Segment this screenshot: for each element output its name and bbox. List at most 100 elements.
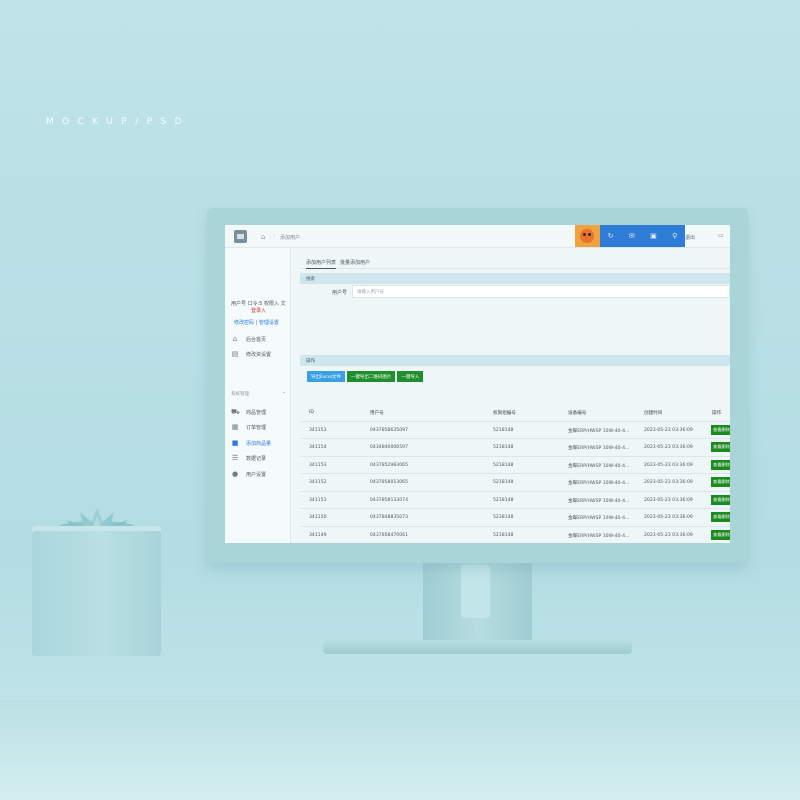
logout-link[interactable]: 退出 (685, 234, 695, 241)
top-action-bar: ↻ ✉ ▣ ⚲ (600, 225, 685, 247)
export-excel-button[interactable]: 导出Excel文件 (307, 371, 345, 382)
row-action-button[interactable]: 查看删除 (711, 424, 730, 435)
logo-icon[interactable] (234, 230, 247, 243)
table-cell-id: 341151 (309, 497, 327, 503)
table-cell-time: 2023-05-23 03:36:09 (644, 462, 693, 468)
filter-row: 用户号 请输入用户号 (300, 284, 730, 300)
user-code-input[interactable]: 请输入用户号 (352, 285, 730, 298)
list-icon: ▦ (231, 423, 239, 431)
tab-user-list[interactable]: 添加用户列表 (306, 259, 337, 269)
column-header[interactable]: 创建时间 (644, 410, 662, 416)
monitor-screen: ⌂ › 添加用户 ↻ ✉ ▣ ⚲ 退出 ▭ 用户号 口令:5 权限入 文 登录入… (225, 225, 730, 543)
table-row[interactable]: 341151 0437858133074 5218148 金蝶ERP/HWSP 10W… (300, 492, 730, 509)
table-cell-time: 2023-05-23 03:36:09 (644, 427, 693, 433)
row-action-button[interactable]: 查看删除 (711, 477, 730, 487)
export-qr-button[interactable]: 一键导出二维码图片 (346, 371, 396, 382)
sidebar-item-label: 用户设置 (246, 471, 267, 478)
column-header: 操作 (712, 411, 722, 416)
table-cell-id: 341149 (309, 532, 327, 538)
row-action-button[interactable]: 查看删除 (711, 459, 730, 470)
floor-surface (0, 700, 800, 800)
row-action-button[interactable]: 查看删除 (711, 442, 730, 452)
table-cell-device: 金蝶ERP/HWSP 10W-40-4... (568, 516, 630, 521)
table-cell-device: 金蝶ERP/HWSP 10W-40-4... (568, 428, 630, 434)
chevron-down-icon[interactable]: ⌄ (282, 389, 286, 395)
sidebar-section-label[interactable]: 系统管理 (231, 391, 249, 397)
table-cell-id: 341153 (309, 427, 327, 433)
sidebar-item-orders[interactable]: ▦ 订单管理 (231, 421, 287, 433)
main-content: 添加用户列表 批量添加用户 搜索 用户号 请输入用户号 操作 导出Excel文件… (300, 255, 730, 543)
table-cell-time: 2023-05-23 03:36:09 (644, 445, 693, 450)
breadcrumb[interactable]: 添加用户 (280, 234, 300, 241)
top-bar: ⌂ › 添加用户 ↻ ✉ ▣ ⚲ 退出 ▭ (225, 225, 730, 248)
table-cell-device: 金蝶ERP/HWSP 10W-40-4... (568, 481, 630, 486)
filter-label: 用户号 (332, 290, 348, 296)
sidebar-item-settings[interactable]: ▤ 修改资设置 (231, 348, 287, 360)
table-cell-group: 5218148 (493, 462, 514, 468)
table-cell-group: 5218148 (493, 497, 514, 503)
avatar[interactable] (575, 225, 600, 247)
save-icon[interactable]: ▣ (650, 232, 657, 240)
table-cell-id: 341152 (309, 480, 327, 485)
refresh-icon[interactable]: ↻ (608, 232, 614, 240)
sidebar-item-label: 添加商品量 (246, 440, 272, 447)
table-cell-device: 金蝶ERP/HWSP 10W-40-4... (568, 446, 630, 451)
mail-icon[interactable]: ✉ (629, 232, 635, 240)
home-icon[interactable]: ⌂ (261, 233, 265, 241)
sidebar-item-home[interactable]: ⌂ 后台首页 (231, 333, 287, 345)
sidebar-item-users[interactable]: ● 用户设置 (231, 468, 287, 480)
table-cell-time: 2023-05-23 03:36:09 (644, 480, 693, 485)
table-cell-device: 金蝶ERP/HWSP 10W-40-4... (568, 463, 630, 469)
tab-batch-add[interactable]: 批量添加用户 (340, 259, 370, 266)
row-action-button[interactable]: 查看删除 (711, 529, 730, 540)
row-action-button[interactable]: 查看删除 (711, 494, 730, 505)
table-row[interactable]: 341153 0437858635097 5218148 金蝶ERP/HWSP 10W… (300, 422, 730, 439)
table-cell-time: 2023-05-23 03:36:09 (644, 515, 693, 520)
table-row[interactable]: 341153 0437852983065 5218148 金蝶ERP/HWSP 10W… (300, 457, 730, 474)
table-row[interactable]: 341149 0437858470061 5218148 金蝶ERP/HWSP 10W… (300, 527, 730, 544)
filter-panel-title: 搜索 (300, 273, 730, 284)
column-header[interactable]: 用户号 (370, 410, 384, 416)
table-cell-group: 5218148 (493, 515, 514, 520)
user-status: 登录入 (251, 308, 267, 314)
column-header[interactable]: 权限组编号 (493, 410, 516, 416)
table-cell-id: 341153 (309, 462, 327, 468)
sidebar-item-label: 修改资设置 (246, 351, 272, 358)
table-cell-device: 金蝶ERP/HWSP 10W-40-4... (568, 533, 630, 539)
sidebar-item-label: 商品管理 (246, 409, 267, 416)
document-icon: ▤ (231, 350, 239, 358)
table-cell-time: 2023-05-23 03:36:09 (644, 497, 693, 503)
column-header[interactable]: 设备编号 (568, 410, 586, 416)
table-cell-group: 5218148 (493, 480, 514, 485)
import-button[interactable]: 一键导入 (397, 371, 424, 382)
table-row[interactable]: 341150 0437848835073 5218148 金蝶ERP/HWSP 10W… (300, 509, 730, 527)
sidebar-item-products[interactable]: ⛟ 商品管理 (231, 406, 287, 418)
sidebar-item-records[interactable]: ☰ 数据记录 (231, 452, 287, 464)
plant-pot (32, 531, 161, 656)
table-cell-id: 341154 (309, 445, 327, 450)
table-cell-time: 2023-05-23 03:36:09 (644, 532, 693, 538)
user-links[interactable]: 修改密码 | 管理设置 (234, 319, 279, 326)
column-header[interactable]: ID (309, 410, 314, 415)
cart-icon: ⛟ (231, 407, 240, 416)
table-row[interactable]: 341154 0434840006597 5218148 金蝶ERP/HWSP 10W… (300, 439, 730, 457)
sidebar-item-add[interactable]: ■ 添加商品量 (231, 437, 287, 449)
table-cell-device: 金蝶ERP/HWSP 10W-40-4... (568, 498, 630, 504)
table-cell-code: 0437858470061 (370, 532, 408, 538)
table-cell-code: 0437858635097 (370, 427, 408, 433)
table-cell-group: 5218148 (493, 445, 514, 450)
table-cell-id: 341150 (309, 515, 327, 520)
search-icon[interactable]: ⚲ (672, 232, 677, 240)
window-icon[interactable]: ▭ (718, 232, 724, 239)
home-icon: ⌂ (232, 335, 238, 343)
sidebar-item-label: 订单管理 (246, 424, 267, 431)
monitor-neck-hole (461, 565, 490, 618)
row-action-button[interactable]: 查看删除 (711, 512, 730, 522)
table-row[interactable]: 341152 0437858013065 5218148 金蝶ERP/HWSP 10W… (300, 474, 730, 492)
mockup-label: MOCKUP/PSD (46, 117, 190, 127)
tab-bar: 添加用户列表 批量添加用户 (300, 255, 730, 269)
avatar-face-icon (580, 229, 594, 243)
table-cell-code: 0437852983065 (370, 462, 408, 468)
table-cell-group: 5218148 (493, 427, 514, 433)
table-cell-code: 0434840006597 (370, 445, 408, 450)
